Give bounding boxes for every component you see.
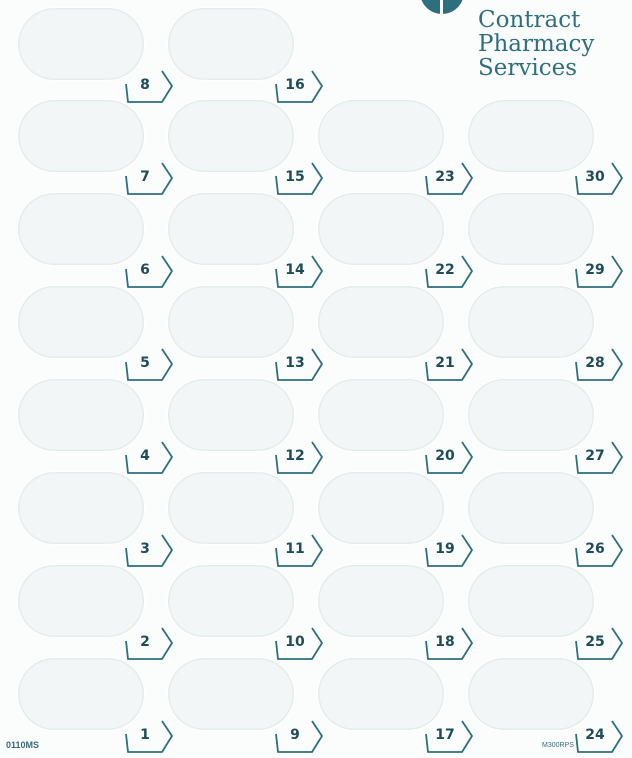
day-tab-6: 6 xyxy=(124,255,174,289)
day-tab-29: 29 xyxy=(574,255,624,289)
day-number: 7 xyxy=(140,169,150,185)
day-tab-25: 25 xyxy=(574,627,624,661)
day-number: 3 xyxy=(140,541,150,557)
day-number: 21 xyxy=(435,355,455,371)
day-tab-8: 8 xyxy=(124,70,174,104)
day-number: 13 xyxy=(285,355,305,371)
day-tab-4: 4 xyxy=(124,441,174,475)
day-number: 18 xyxy=(435,634,455,650)
day-number: 9 xyxy=(290,727,300,743)
day-number: 17 xyxy=(435,727,455,743)
day-number: 27 xyxy=(585,448,605,464)
day-tab-13: 13 xyxy=(274,348,324,382)
day-tab-24: 24 xyxy=(574,720,624,754)
day-number: 6 xyxy=(140,262,150,278)
day-tab-16: 16 xyxy=(274,70,324,104)
day-tab-27: 27 xyxy=(574,441,624,475)
day-tab-1: 1 xyxy=(124,720,174,754)
day-number: 12 xyxy=(285,448,305,464)
day-tab-20: 20 xyxy=(424,441,474,475)
day-number: 11 xyxy=(285,541,305,557)
brand-line-3: Services xyxy=(478,55,578,81)
day-number: 1 xyxy=(140,727,150,743)
day-tab-15: 15 xyxy=(274,162,324,196)
day-tab-2: 2 xyxy=(124,627,174,661)
day-number: 8 xyxy=(140,77,150,93)
day-number: 15 xyxy=(285,169,305,185)
day-number: 24 xyxy=(585,727,605,743)
day-number: 10 xyxy=(285,634,305,650)
brand-name: Contract Pharmacy Services xyxy=(478,8,594,80)
left-card-code: 0110MS xyxy=(6,740,40,750)
day-tab-9: 9 xyxy=(274,720,324,754)
brand-line-1: Contract xyxy=(478,7,581,33)
day-tab-30: 30 xyxy=(574,162,624,196)
day-tab-28: 28 xyxy=(574,348,624,382)
day-tab-19: 19 xyxy=(424,534,474,568)
day-number: 2 xyxy=(140,634,150,650)
day-number: 16 xyxy=(285,77,305,93)
right-card-code: M300RPS xyxy=(542,742,574,749)
day-number: 29 xyxy=(585,262,605,278)
day-tab-22: 22 xyxy=(424,255,474,289)
day-tab-3: 3 xyxy=(124,534,174,568)
day-number: 22 xyxy=(435,262,455,278)
brand-line-2: Pharmacy xyxy=(478,31,595,57)
day-number: 26 xyxy=(585,541,605,557)
blister-card: Contract Pharmacy Services 0110MS M300RP… xyxy=(0,0,632,758)
day-number: 19 xyxy=(435,541,455,557)
day-number: 28 xyxy=(585,355,605,371)
day-tab-7: 7 xyxy=(124,162,174,196)
day-tab-14: 14 xyxy=(274,255,324,289)
day-tab-10: 10 xyxy=(274,627,324,661)
day-tab-23: 23 xyxy=(424,162,474,196)
day-number: 4 xyxy=(140,448,150,464)
day-number: 20 xyxy=(435,448,455,464)
day-tab-21: 21 xyxy=(424,348,474,382)
day-tab-26: 26 xyxy=(574,534,624,568)
day-tab-18: 18 xyxy=(424,627,474,661)
day-number: 25 xyxy=(585,634,605,650)
day-number: 5 xyxy=(140,355,150,371)
day-number: 30 xyxy=(585,169,605,185)
day-number: 14 xyxy=(285,262,305,278)
day-tab-11: 11 xyxy=(274,534,324,568)
day-tab-17: 17 xyxy=(424,720,474,754)
company-logo-icon xyxy=(421,0,463,16)
day-tab-5: 5 xyxy=(124,348,174,382)
day-tab-12: 12 xyxy=(274,441,324,475)
day-number: 23 xyxy=(435,169,455,185)
